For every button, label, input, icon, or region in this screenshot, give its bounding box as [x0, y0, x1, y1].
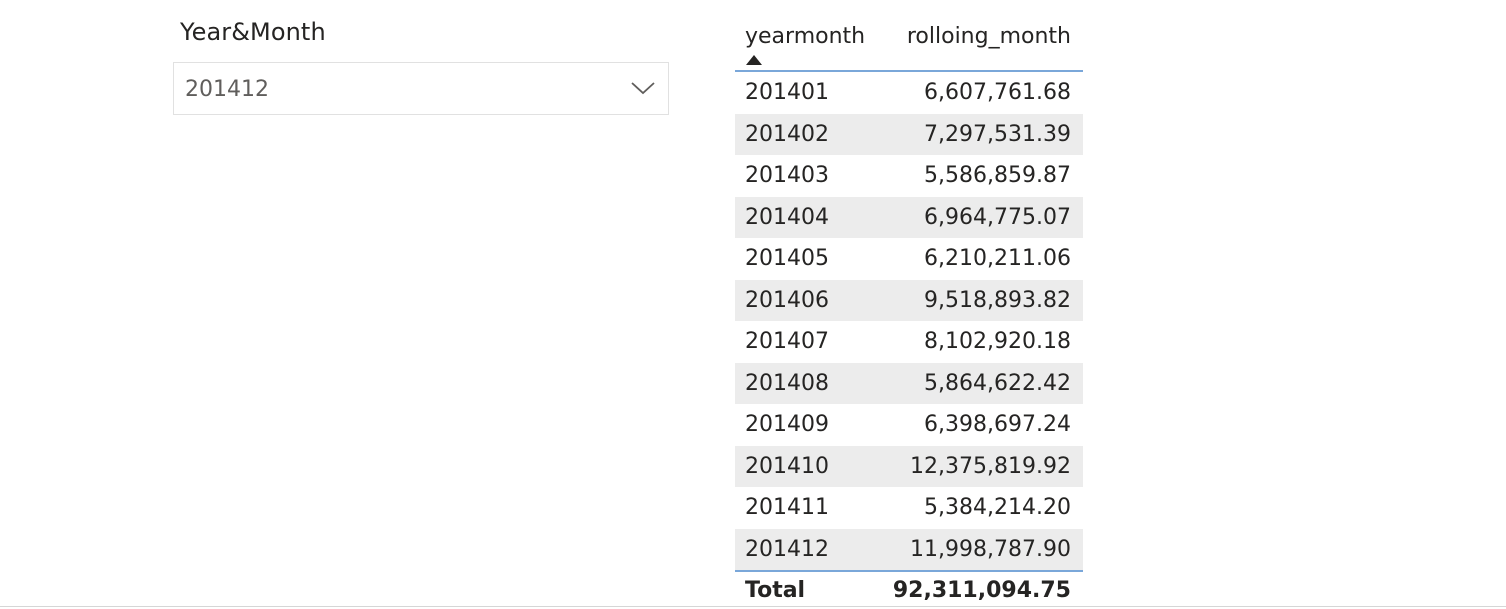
cell-rolloing-month: 5,384,214.20 — [924, 495, 1071, 520]
column-header-rolloing-month[interactable]: rolloing_month — [907, 22, 1071, 52]
cell-yearmonth: 201408 — [745, 370, 829, 396]
cell-rolloing-month: 6,964,775.07 — [924, 204, 1071, 230]
table-row[interactable]: 201404 6,964,775.07 — [735, 196, 1083, 238]
table-row[interactable]: 201408 5,864,622.42 — [735, 362, 1083, 404]
cell-yearmonth: 201402 — [745, 121, 829, 147]
cell-yearmonth: 201409 — [745, 412, 829, 437]
cell-rolloing-month: 9,518,893.82 — [924, 287, 1071, 313]
total-label: Total — [745, 578, 806, 603]
table-row[interactable]: 201411 5,384,214.20 — [735, 487, 1083, 529]
chevron-down-icon[interactable] — [630, 79, 656, 97]
table-header: yearmonth rolloing_month — [735, 18, 1083, 72]
cell-yearmonth: 201407 — [745, 329, 829, 354]
column-header-yearmonth[interactable]: yearmonth — [745, 22, 865, 52]
cell-yearmonth: 201411 — [745, 495, 829, 520]
table-row[interactable]: 201407 8,102,920.18 — [735, 321, 1083, 363]
cell-yearmonth: 201406 — [745, 287, 829, 313]
dropdown-selected-value: 201412 — [185, 77, 269, 102]
total-row: Total 92,311,094.75 — [735, 570, 1083, 608]
cell-rolloing-month: 11,998,787.90 — [910, 536, 1071, 562]
cell-yearmonth: 201404 — [745, 204, 829, 230]
cell-yearmonth: 201401 — [745, 80, 829, 105]
cell-yearmonth: 201405 — [745, 246, 829, 271]
cell-rolloing-month: 6,210,211.06 — [924, 246, 1071, 271]
table-body: 201401 6,607,761.68 201402 7,297,531.39 2014… — [735, 72, 1083, 570]
cell-rolloing-month: 8,102,920.18 — [924, 329, 1071, 354]
cell-rolloing-month: 5,586,859.87 — [924, 163, 1071, 188]
table-row[interactable]: 201405 6,210,211.06 — [735, 238, 1083, 280]
cell-yearmonth: 201410 — [745, 453, 829, 479]
table-row[interactable]: 201406 9,518,893.82 — [735, 279, 1083, 321]
year-month-dropdown[interactable]: 201412 — [173, 62, 669, 115]
table-row[interactable]: 201410 12,375,819.92 — [735, 445, 1083, 487]
total-value: 92,311,094.75 — [892, 578, 1071, 603]
cell-rolloing-month: 12,375,819.92 — [910, 453, 1071, 479]
canvas-bottom-divider — [0, 606, 1506, 607]
cell-rolloing-month: 6,398,697.24 — [924, 412, 1071, 437]
cell-yearmonth: 201412 — [745, 536, 829, 562]
table-row[interactable]: 201403 5,586,859.87 — [735, 155, 1083, 197]
table-row[interactable]: 201402 7,297,531.39 — [735, 113, 1083, 155]
cell-rolloing-month: 5,864,622.42 — [924, 370, 1071, 396]
cell-yearmonth: 201403 — [745, 163, 829, 188]
slicer-title: Year&Month — [180, 18, 326, 46]
data-table: yearmonth rolloing_month 201401 6,607,761… — [735, 18, 1083, 608]
sort-ascending-icon — [746, 55, 762, 65]
cell-rolloing-month: 7,297,531.39 — [924, 121, 1071, 147]
table-row[interactable]: 201409 6,398,697.24 — [735, 404, 1083, 446]
table-row[interactable]: 201412 11,998,787.90 — [735, 528, 1083, 570]
cell-rolloing-month: 6,607,761.68 — [924, 80, 1071, 105]
table-row[interactable]: 201401 6,607,761.68 — [735, 72, 1083, 114]
